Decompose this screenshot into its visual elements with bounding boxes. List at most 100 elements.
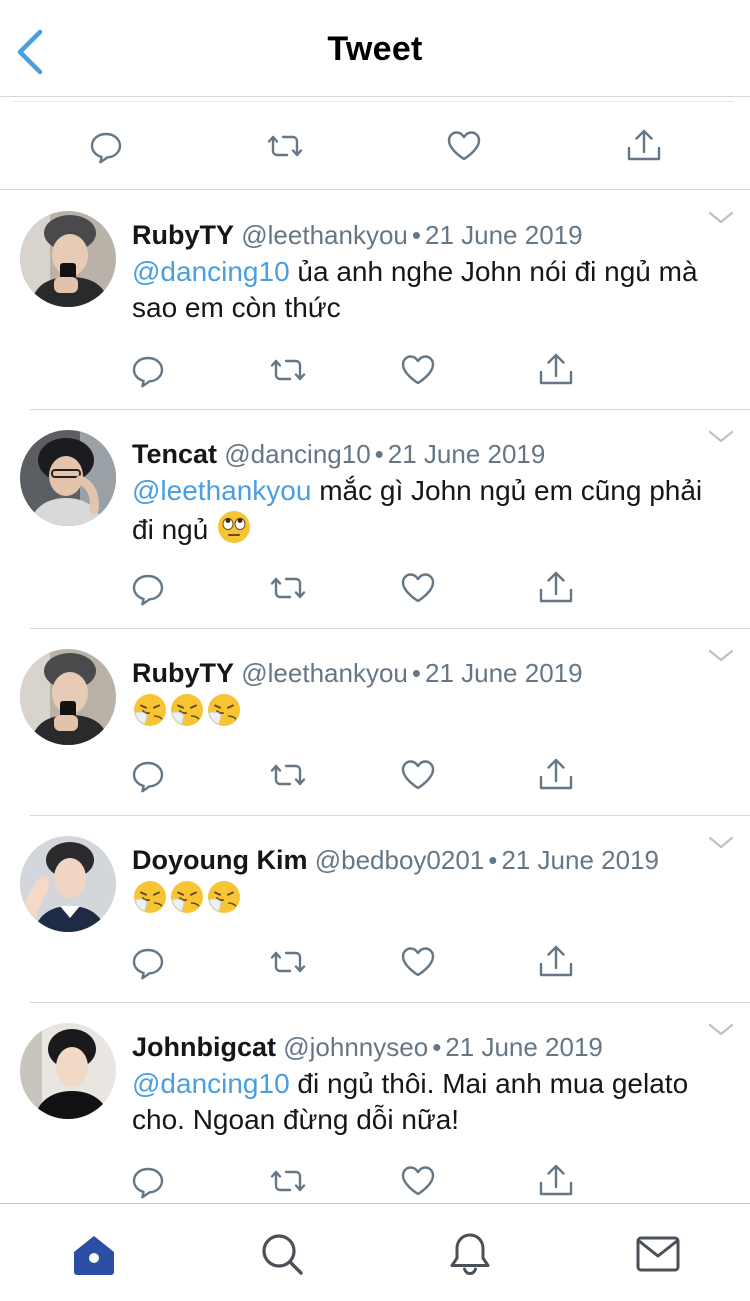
share-icon	[624, 126, 664, 166]
share-icon	[536, 568, 576, 608]
reply-icon	[128, 350, 168, 390]
like-button[interactable]	[398, 755, 438, 795]
top-nav-bar: Tweet	[0, 0, 750, 97]
sneezing-face-emoji	[206, 879, 242, 915]
reply-tweet[interactable]: RubyTY @leethankyou • 21 June 2019	[0, 629, 750, 815]
separator-dot: •	[411, 658, 421, 688]
share-button[interactable]	[536, 755, 576, 795]
like-button[interactable]	[398, 350, 438, 390]
author-name[interactable]: RubyTY	[132, 658, 234, 688]
tweet-header: RubyTY @leethankyou • 21 June 2019	[132, 220, 690, 251]
retweet-button[interactable]	[268, 350, 308, 390]
separator-dot: •	[374, 439, 384, 469]
reply-button[interactable]	[128, 1161, 168, 1201]
author-handle[interactable]: @johnnyseo	[283, 1032, 428, 1062]
sneezing-face-emoji	[206, 692, 242, 728]
author-name[interactable]: Doyoung Kim	[132, 845, 308, 875]
tweet-actions	[128, 755, 578, 795]
main-tweet-actions	[0, 102, 750, 190]
tweet-header: RubyTY @leethankyou • 21 June 2019	[132, 658, 690, 689]
like-button[interactable]	[398, 1161, 438, 1201]
tab-messages[interactable]	[634, 1230, 682, 1278]
share-button[interactable]	[536, 350, 576, 390]
retweet-icon	[265, 126, 305, 166]
reply-button[interactable]	[128, 350, 168, 390]
sneezing-face-emoji	[169, 692, 205, 728]
author-name[interactable]: Tencat	[132, 439, 217, 469]
reply-icon	[86, 126, 126, 166]
avatar[interactable]	[20, 649, 116, 745]
tweet-date: 21 June 2019	[424, 220, 583, 250]
tweet-header: Doyoung Kim @bedboy0201 • 21 June 2019	[132, 845, 690, 876]
tweet-text: @dancing10 ủa anh nghe John nói đi ngủ m…	[132, 254, 710, 326]
reply-tweet[interactable]: Johnbigcat @johnnyseo • 21 June 2019 @danc…	[0, 1003, 750, 1203]
tweet-date: 21 June 2019	[387, 439, 546, 469]
tweet-date: 21 June 2019	[424, 658, 583, 688]
retweet-button[interactable]	[268, 568, 308, 608]
tweet-date: 21 June 2019	[445, 1032, 603, 1062]
avatar[interactable]	[20, 1023, 116, 1119]
like-button[interactable]	[398, 568, 438, 608]
avatar[interactable]	[20, 211, 116, 307]
reply-icon	[128, 942, 168, 982]
tab-notifications[interactable]	[446, 1230, 494, 1278]
retweet-button[interactable]	[268, 942, 308, 982]
search-icon	[262, 1234, 303, 1275]
tweet-date: 21 June 2019	[501, 845, 659, 875]
retweet-icon	[268, 942, 308, 982]
retweet-button[interactable]	[268, 755, 308, 795]
share-button[interactable]	[536, 568, 576, 608]
chevron-down-icon[interactable]	[708, 430, 734, 444]
reply-tweet[interactable]: RubyTY @leethankyou • 21 June 2019 @dancin…	[0, 190, 750, 410]
reply-button[interactable]	[128, 942, 168, 982]
tweet-actions	[128, 942, 578, 982]
mention-link[interactable]: @leethankyou	[132, 475, 311, 506]
like-icon	[398, 1161, 438, 1201]
page-title: Tweet	[327, 30, 423, 68]
separator-dot: •	[411, 220, 421, 250]
share-button[interactable]	[536, 1161, 576, 1201]
retweet-button[interactable]	[265, 126, 305, 166]
reply-icon	[128, 568, 168, 608]
share-button[interactable]	[536, 942, 576, 982]
reply-tweet[interactable]: Doyoung Kim @bedboy0201 • 21 June 2019	[0, 816, 750, 1002]
notifications-bell-icon	[450, 1233, 490, 1276]
reply-button[interactable]	[86, 126, 126, 166]
chevron-down-icon[interactable]	[708, 1023, 734, 1037]
like-icon	[444, 126, 484, 166]
tweet-text: @dancing10 đi ngủ thôi. Mai anh mua gela…	[132, 1066, 710, 1138]
share-icon	[536, 942, 576, 982]
reply-icon	[128, 1161, 168, 1201]
like-button[interactable]	[398, 942, 438, 982]
sneezing-face-emoji	[132, 879, 168, 915]
avatar[interactable]	[20, 836, 116, 932]
bottom-tab-bar	[0, 1203, 750, 1301]
avatar[interactable]	[20, 430, 116, 526]
like-button[interactable]	[444, 126, 484, 166]
tweet-actions	[128, 1161, 578, 1201]
tab-search[interactable]	[258, 1230, 306, 1278]
chevron-down-icon[interactable]	[708, 836, 734, 850]
share-icon	[536, 755, 576, 795]
separator-dot: •	[488, 845, 498, 875]
reply-button[interactable]	[128, 568, 168, 608]
author-name[interactable]: Johnbigcat	[132, 1032, 276, 1062]
author-handle[interactable]: @leethankyou	[241, 658, 408, 688]
author-handle[interactable]: @bedboy0201	[315, 845, 485, 875]
chevron-down-icon[interactable]	[708, 649, 734, 663]
reply-button[interactable]	[128, 755, 168, 795]
share-icon	[536, 350, 576, 390]
reply-tweet[interactable]: Tencat @dancing10 • 21 June 2019 @leethank…	[0, 410, 750, 628]
mention-link[interactable]: @dancing10	[132, 256, 290, 287]
like-icon	[398, 350, 438, 390]
retweet-button[interactable]	[268, 1161, 308, 1201]
share-button[interactable]	[624, 126, 664, 166]
tab-home[interactable]	[70, 1230, 118, 1278]
retweet-icon	[268, 1161, 308, 1201]
author-handle[interactable]: @dancing10	[224, 439, 370, 469]
retweet-icon	[268, 755, 308, 795]
author-handle[interactable]: @leethankyou	[241, 220, 408, 250]
mention-link[interactable]: @dancing10	[132, 1068, 290, 1099]
chevron-down-icon[interactable]	[708, 211, 734, 225]
author-name[interactable]: RubyTY	[132, 220, 234, 250]
